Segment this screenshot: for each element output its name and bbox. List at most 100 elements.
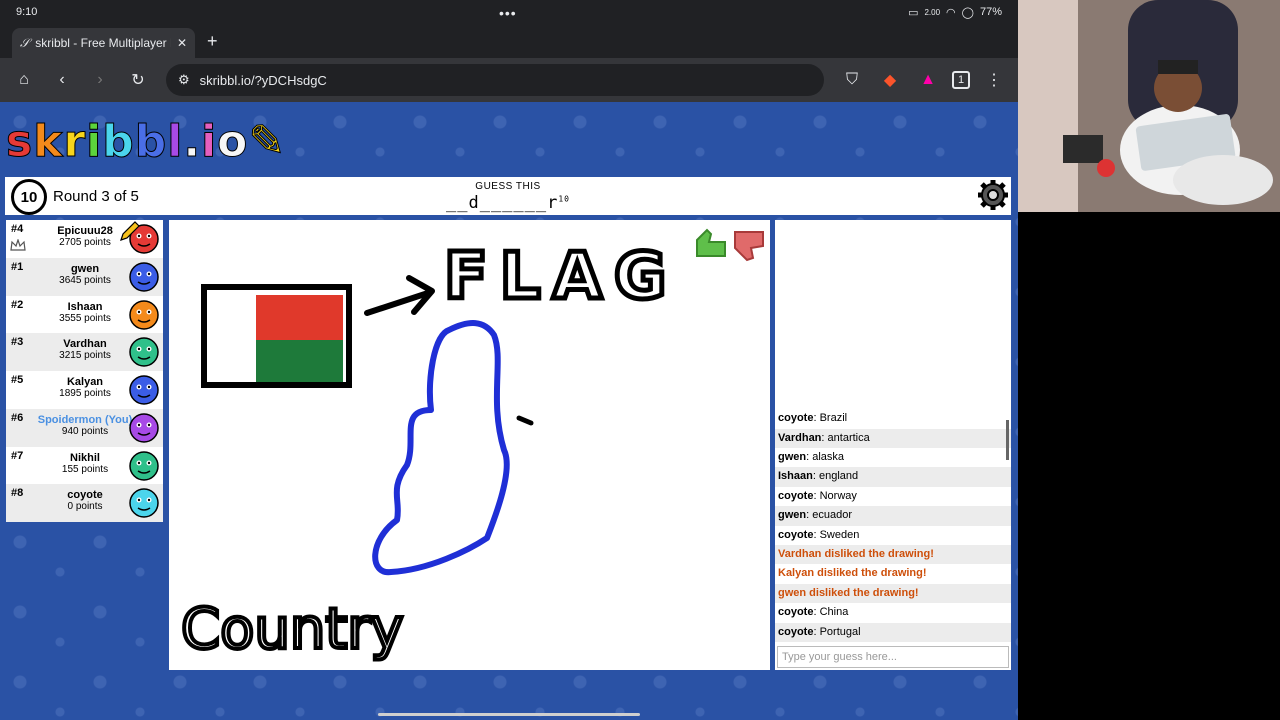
chat-text: Sweden [819, 528, 860, 541]
more-dots-icon: ••• [499, 5, 517, 21]
player-avatar [129, 262, 159, 292]
webcam-image [1018, 0, 1280, 212]
wifi-icon: ◠ [946, 6, 956, 19]
player-points: 940 points [61, 425, 109, 437]
player-rank: #1 [11, 260, 24, 273]
player-name: Nikhil [70, 451, 100, 464]
chat-text: Norway [819, 489, 857, 502]
home-icon[interactable]: ⌂ [10, 66, 38, 94]
player-avatar [129, 450, 159, 481]
chat-text: ecuador [812, 509, 853, 522]
webcam-overlay [1018, 0, 1280, 212]
player-row[interactable]: #6 Spoidermon (You) 940 points [6, 408, 163, 447]
logo-letter: s [5, 116, 34, 168]
chat-text: antartica [827, 431, 870, 444]
forward-icon[interactable]: › [86, 66, 114, 94]
player-rank: #5 [11, 374, 24, 386]
chat-text: Portugal [819, 625, 861, 638]
browser-tab[interactable]: 𝒮 skribbl - Free Multiplayer Drawing ✕ [12, 28, 195, 58]
player-avatar [129, 375, 159, 405]
chat-message: gwen: ecuador [775, 506, 1011, 526]
player-points: 155 points [61, 463, 109, 475]
player-rank: #4 [11, 223, 24, 235]
status-battery: 77% [979, 6, 1002, 18]
player-rank: #8 [11, 487, 24, 500]
skribbl-page: skribbl.io✎ 10 Round 3 of 5 GUESS THIS _… [0, 102, 1018, 720]
logo-letter: o [217, 116, 249, 168]
drawing-canvas[interactable]: FLAG Country [169, 220, 770, 670]
chat-system-message: Kalyan disliked the drawing! [778, 567, 927, 580]
player-row[interactable]: #4 Epicuuu28 2705 points [6, 220, 163, 258]
player-info: Nikhil 155 points [26, 452, 144, 475]
new-tab-icon[interactable]: + [207, 31, 218, 52]
gesture-home-bar[interactable] [378, 713, 640, 716]
settings-gear-icon[interactable] [977, 179, 1009, 211]
chat-text: China [819, 606, 849, 619]
pencil-icon: ✎ [248, 116, 287, 168]
tab-strip: 𝒮 skribbl - Free Multiplayer Drawing ✕ + [0, 24, 1018, 58]
tab-count-icon[interactable]: 1 [952, 71, 970, 89]
player-points: 3645 points [59, 274, 111, 286]
chat-message: coyote: Norway [775, 487, 1011, 506]
brave-shield-icon[interactable]: ◆ [876, 66, 904, 94]
player-row[interactable]: #2 Ishaan 3555 points [6, 296, 163, 334]
back-icon[interactable]: ‹ [48, 66, 76, 94]
arrow-stroke [364, 275, 435, 316]
hint-length: 10 [558, 194, 570, 204]
chat-message: coyote: Portugal [775, 622, 1011, 642]
status-icons: ▭ 2.00 ◠ ◯ 77% [908, 6, 1002, 19]
guess-input[interactable]: Type your guess here... [777, 646, 1009, 668]
chat-system-message: gwen disliked the drawing! [775, 583, 1011, 604]
logo-letter: l [167, 116, 184, 168]
chat-message: coyote: Sweden [775, 526, 1011, 545]
chat-scrollbar[interactable] [1006, 420, 1009, 460]
skribbl-logo: skribbl.io✎ [5, 116, 287, 168]
menu-icon[interactable]: ⋮ [980, 66, 1008, 94]
chat-author: coyote [778, 606, 814, 619]
player-row[interactable]: #5 Kalyan 1895 points [6, 371, 163, 409]
site-info-icon[interactable]: ⚙ [178, 72, 190, 88]
logo-letter: i [86, 116, 103, 168]
bookmark-icon[interactable]: ⛉ [838, 66, 866, 94]
address-bar[interactable]: ⚙ skribbl.io/?yDCHsdgC [166, 64, 824, 96]
chat-message: coyote: Brazil [775, 409, 1011, 428]
tablet-screen: 9:10 ••• ▭ 2.00 ◠ ◯ 77% 𝒮 skribbl - Free… [0, 0, 1018, 720]
chat-author: coyote [778, 489, 814, 502]
player-name: Ishaan [67, 300, 103, 313]
player-name: gwen [70, 262, 100, 275]
player-points: 3555 points [59, 312, 111, 324]
chat-message: gwen: alaska [775, 448, 1011, 467]
cast-icon: ▭ [908, 6, 919, 19]
thumbs-up-icon[interactable] [696, 228, 726, 257]
player-rank: #2 [11, 298, 24, 311]
player-name: coyote [67, 489, 103, 502]
url-text: skribbl.io/?yDCHsdgC [199, 72, 327, 88]
player-info: Vardhan 3215 points [26, 338, 144, 361]
player-row[interactable]: #7 Nikhil 155 points [6, 447, 163, 485]
flag-green-band [256, 340, 343, 382]
player-points: 0 points [67, 501, 103, 513]
tab-title: skribbl - Free Multiplayer Drawing [35, 36, 171, 50]
player-avatar [129, 337, 159, 367]
chat-author: Vardhan [778, 431, 822, 444]
player-name: Kalyan [66, 376, 104, 388]
close-tab-icon[interactable]: ✕ [177, 36, 187, 50]
chat-system-message: Vardhan disliked the drawing! [775, 545, 1011, 565]
thumbs-down-icon[interactable] [734, 231, 764, 262]
player-avatar [129, 413, 159, 443]
player-info: Kalyan 1895 points [26, 376, 144, 399]
player-name: Vardhan [63, 338, 107, 351]
brave-rewards-icon[interactable]: ▲ [914, 66, 942, 94]
hint-text: __d______r [446, 193, 559, 213]
player-row[interactable]: #1 gwen 3645 points [6, 257, 163, 296]
chat-message: Ishaan: england [775, 467, 1011, 487]
reload-icon[interactable]: ↻ [124, 66, 152, 94]
player-avatar [129, 299, 159, 330]
chat-message: coyote: China [775, 603, 1011, 622]
player-row[interactable]: #3 Vardhan 3215 points [6, 333, 163, 371]
player-row[interactable]: #8 coyote 0 points [6, 484, 163, 522]
player-info: Ishaan 3555 points [26, 301, 144, 324]
player-info: Spoidermon (You) 940 points [26, 414, 144, 437]
chat-author: coyote [778, 528, 814, 541]
chat-text: Brazil [819, 412, 848, 425]
